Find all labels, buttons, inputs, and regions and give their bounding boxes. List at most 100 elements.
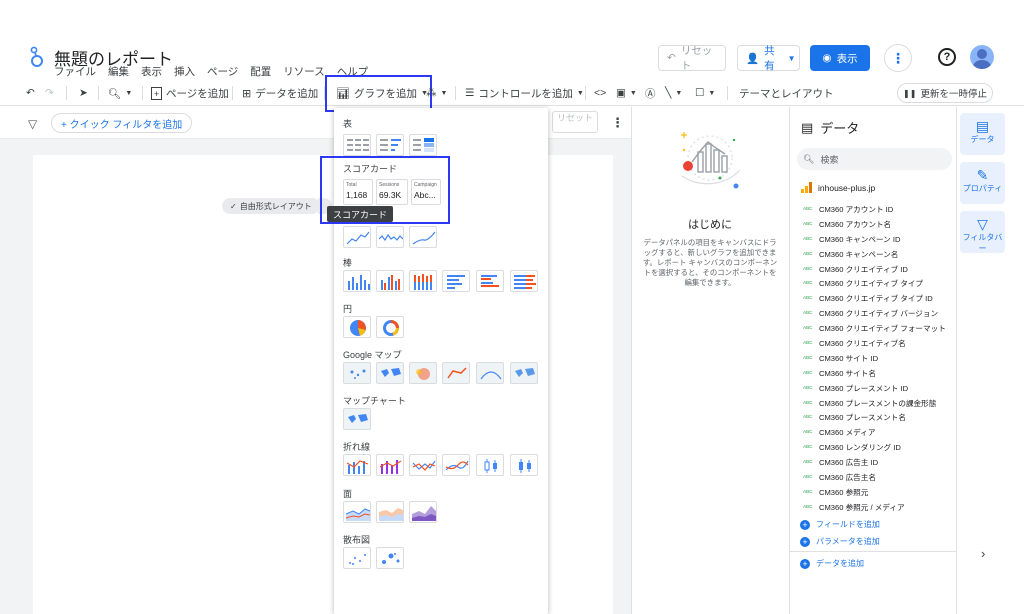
- menu-edit[interactable]: 編集: [108, 64, 129, 79]
- field-search-input[interactable]: 🔍︎ 検索: [797, 148, 952, 170]
- field-item[interactable]: ABC CM360 メディア: [803, 425, 953, 440]
- rail-data-button[interactable]: ▤ データ: [960, 113, 1005, 155]
- text-type-icon: ABC: [803, 236, 813, 242]
- filter-icon[interactable]: ▽: [28, 117, 37, 131]
- menu-file[interactable]: ファイル: [54, 64, 96, 79]
- field-item[interactable]: ABC CM360 サイト名: [803, 366, 953, 381]
- field-item[interactable]: ABC CM360 クリエイティブ タイプ ID: [803, 291, 953, 306]
- pie-chart-option[interactable]: [343, 316, 371, 338]
- field-item[interactable]: ABC CM360 クリエイティブ バージョン: [803, 306, 953, 321]
- percent-area-option[interactable]: [409, 501, 437, 523]
- bubble-chart-option[interactable]: [376, 547, 404, 569]
- filter-reset-button[interactable]: リセット: [552, 111, 598, 133]
- timeseries-option[interactable]: [343, 226, 371, 248]
- freeform-layout-chip[interactable]: ✓ 自由形式レイアウト: [222, 198, 320, 214]
- field-item[interactable]: ABC CM360 サイト ID: [803, 351, 953, 366]
- field-item[interactable]: ABC CM360 参照元 / メディア: [803, 500, 953, 515]
- field-item[interactable]: ABC CM360 プレースメント ID: [803, 381, 953, 396]
- community-viz-icon[interactable]: ⁂ ▼: [426, 84, 447, 102]
- image-icon[interactable]: ▣ ▼: [616, 84, 637, 102]
- menu-arrange[interactable]: 配置: [250, 64, 271, 79]
- menu-insert[interactable]: 挿入: [174, 64, 195, 79]
- field-item[interactable]: ABC CM360 クリエイティブ名: [803, 336, 953, 351]
- add-parameter-link[interactable]: + パラメータを追加: [800, 536, 880, 547]
- rail-filter-bar-button[interactable]: ▽ フィルタバー: [960, 211, 1005, 253]
- field-item[interactable]: ABC CM360 アカウント ID: [803, 202, 953, 217]
- stacked-bar-option[interactable]: [510, 270, 538, 292]
- shape-icon[interactable]: ☐ ▼: [695, 84, 715, 102]
- share-button[interactable]: 👤 共有 ▼: [737, 45, 800, 72]
- menu-resource[interactable]: リソース: [283, 64, 324, 79]
- column-chart-option[interactable]: [343, 270, 371, 292]
- donut-chart-option[interactable]: [376, 316, 404, 338]
- smoothed-timeseries-option[interactable]: [409, 226, 437, 248]
- field-item[interactable]: ABC CM360 キャンペーン ID: [803, 232, 953, 247]
- field-item[interactable]: ABC CM360 参照元: [803, 485, 953, 500]
- field-name: CM360 アカウント ID: [819, 204, 894, 214]
- add-control-button[interactable]: ☰ コントロールを追加 ▼: [465, 84, 584, 102]
- grouped-column-option[interactable]: [376, 270, 404, 292]
- line-map-option[interactable]: [442, 362, 470, 384]
- heatmap-map-option[interactable]: [409, 362, 437, 384]
- more-options-icon[interactable]: ⋮: [884, 44, 912, 72]
- data-source-item[interactable]: inhouse-plus.jp: [801, 182, 875, 193]
- candlestick-option[interactable]: [476, 454, 504, 476]
- more-options-icon[interactable]: ⋮: [611, 115, 624, 131]
- stacked-combo-option[interactable]: [376, 454, 404, 476]
- table-bar-option[interactable]: [376, 134, 404, 156]
- caret-down-icon[interactable]: ▼: [788, 54, 796, 63]
- combo-chart-option[interactable]: [343, 454, 371, 476]
- add-field-link[interactable]: + フィールドを追加: [800, 519, 880, 530]
- field-item[interactable]: ABC CM360 広告主 ID: [803, 455, 953, 470]
- undo-icon[interactable]: ↶: [26, 84, 35, 102]
- geo-map-option[interactable]: [510, 362, 538, 384]
- chevron-right-icon[interactable]: ›: [981, 546, 985, 561]
- bar-chart-option[interactable]: [442, 270, 470, 292]
- embed-code-icon[interactable]: <>: [594, 84, 606, 102]
- avatar[interactable]: [970, 45, 994, 69]
- text-box-icon[interactable]: Ⓐ: [645, 84, 656, 102]
- theme-layout-button[interactable]: テーマとレイアウト: [739, 84, 834, 102]
- line-icon[interactable]: ╲ ▼: [665, 84, 682, 102]
- field-item[interactable]: ABC CM360 クリエイティブ タイプ: [803, 276, 953, 291]
- select-cursor-icon[interactable]: ➤: [79, 84, 88, 102]
- pause-update-button[interactable]: ❚❚ 更新を一時停止: [897, 83, 993, 103]
- redo-icon[interactable]: ↷: [45, 84, 54, 102]
- reset-button[interactable]: ↶ リセット: [658, 45, 726, 72]
- geo-chart-option[interactable]: [343, 408, 371, 430]
- field-item[interactable]: ABC CM360 キャンペーン名: [803, 247, 953, 262]
- sparkline-option[interactable]: [376, 226, 404, 248]
- smoothed-line-option[interactable]: [442, 454, 470, 476]
- line-chart-option[interactable]: [409, 454, 437, 476]
- rail-properties-button[interactable]: ✎ プロパティ: [960, 162, 1005, 204]
- add-data-link[interactable]: + データを追加: [800, 558, 864, 569]
- undo-icon: ↶: [667, 52, 676, 64]
- view-button[interactable]: ◉ 表示: [810, 45, 870, 71]
- menu-view[interactable]: 表示: [141, 64, 162, 79]
- table-heatmap-option[interactable]: [409, 134, 437, 156]
- menu-page[interactable]: ページ: [207, 64, 238, 79]
- field-item[interactable]: ABC CM360 プレースメント名: [803, 410, 953, 425]
- field-item[interactable]: ABC CM360 クリエイティブ ID: [803, 262, 953, 277]
- stacked-area-option[interactable]: [376, 501, 404, 523]
- eye-icon: ◉: [822, 52, 832, 64]
- grouped-bar-option[interactable]: [476, 270, 504, 292]
- add-page-button[interactable]: + ページを追加: [151, 84, 229, 102]
- area-chart-option[interactable]: [343, 501, 371, 523]
- scatter-chart-option[interactable]: [343, 547, 371, 569]
- quick-filter-button[interactable]: + クイック フィルタを追加: [51, 113, 193, 133]
- table-chart-option[interactable]: [343, 134, 371, 156]
- field-item[interactable]: ABC CM360 アカウント名: [803, 217, 953, 232]
- bubble-map-option[interactable]: [343, 362, 371, 384]
- field-item[interactable]: ABC CM360 プレースメントの課金形態: [803, 396, 953, 411]
- zoom-icon[interactable]: 🔍︎ ▼: [108, 84, 132, 102]
- candlestick-filled-option[interactable]: [510, 454, 538, 476]
- filled-map-option[interactable]: [376, 362, 404, 384]
- stacked-column-option[interactable]: [409, 270, 437, 292]
- route-map-option[interactable]: [476, 362, 504, 384]
- field-item[interactable]: ABC CM360 広告主名: [803, 470, 953, 485]
- field-item[interactable]: ABC CM360 レンダリング ID: [803, 440, 953, 455]
- help-icon[interactable]: ?: [938, 48, 956, 66]
- field-item[interactable]: ABC CM360 クリエイティブ フォーマット: [803, 321, 953, 336]
- add-data-button[interactable]: ⊞ データを追加: [242, 84, 318, 102]
